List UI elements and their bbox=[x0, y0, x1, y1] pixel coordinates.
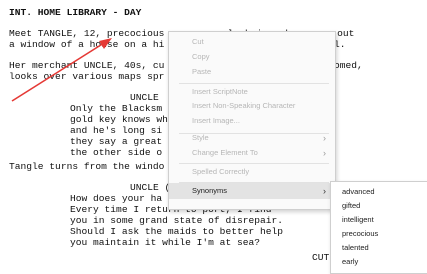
synonym-item-advanced[interactable]: advanced bbox=[331, 185, 427, 199]
action-line: looks over various maps spr bbox=[9, 71, 165, 82]
action-line: a window of a house on a hi bbox=[9, 39, 165, 50]
menu-item-synonyms[interactable]: Synonyms › bbox=[169, 183, 335, 199]
character-name: UNCLE bbox=[130, 92, 159, 103]
synonym-item-gifted[interactable]: gifted bbox=[331, 199, 427, 213]
synonyms-submenu: advanced gifted intelligent precocious t… bbox=[330, 181, 427, 274]
character-name: UNCLE ( bbox=[130, 182, 171, 193]
chevron-right-icon: › bbox=[323, 133, 326, 143]
synonym-item-intelligent[interactable]: intelligent bbox=[331, 213, 427, 227]
dialogue-line: Should I ask the maids to better help bbox=[70, 226, 284, 237]
menu-item-insert-image[interactable]: Insert Image... bbox=[169, 113, 335, 129]
scene-heading: INT. HOME LIBRARY - DAY bbox=[9, 7, 142, 18]
synonym-item-talented[interactable]: talented bbox=[331, 241, 427, 255]
dialogue-line: they say a great bbox=[70, 136, 163, 147]
menu-item-style[interactable]: Style › bbox=[169, 130, 335, 146]
synonym-item-precocious[interactable]: precocious bbox=[331, 227, 427, 241]
dialogue-line: and he's long si bbox=[70, 125, 163, 136]
menu-item-copy[interactable]: Copy bbox=[169, 49, 335, 65]
chevron-right-icon: › bbox=[323, 148, 326, 158]
action-line: Tangle turns from the windo bbox=[9, 161, 165, 172]
dialogue-line: you maintain it while I'm at sea? bbox=[70, 237, 260, 248]
synonym-item-early[interactable]: early bbox=[331, 255, 427, 269]
menu-item-spelled-correctly[interactable]: Spelled Correctly bbox=[169, 164, 335, 180]
menu-item-cut[interactable]: Cut bbox=[169, 34, 335, 50]
menu-item-change-element-to[interactable]: Change Element To › bbox=[169, 145, 335, 161]
menu-item-insert-non-speaking-character[interactable]: Insert Non-Speaking Character bbox=[169, 98, 335, 114]
dialogue-line: you in some grand state of disrepair. bbox=[70, 215, 284, 226]
action-line-tail: omed, bbox=[334, 60, 363, 71]
dialogue-line: Only the Blacksm bbox=[70, 103, 163, 114]
context-menu: Cut Copy Paste Insert ScriptNote Insert … bbox=[168, 31, 336, 210]
chevron-right-icon: › bbox=[323, 186, 326, 196]
dialogue-line: the other side o bbox=[70, 147, 163, 158]
dialogue-line: gold key knows wh bbox=[70, 114, 168, 125]
transition: CUT bbox=[312, 252, 330, 263]
dialogue-line: How does your ha bbox=[70, 193, 163, 204]
menu-item-paste[interactable]: Paste bbox=[169, 64, 335, 80]
action-line: Her merchant UNCLE, 40s, cu bbox=[9, 60, 165, 71]
